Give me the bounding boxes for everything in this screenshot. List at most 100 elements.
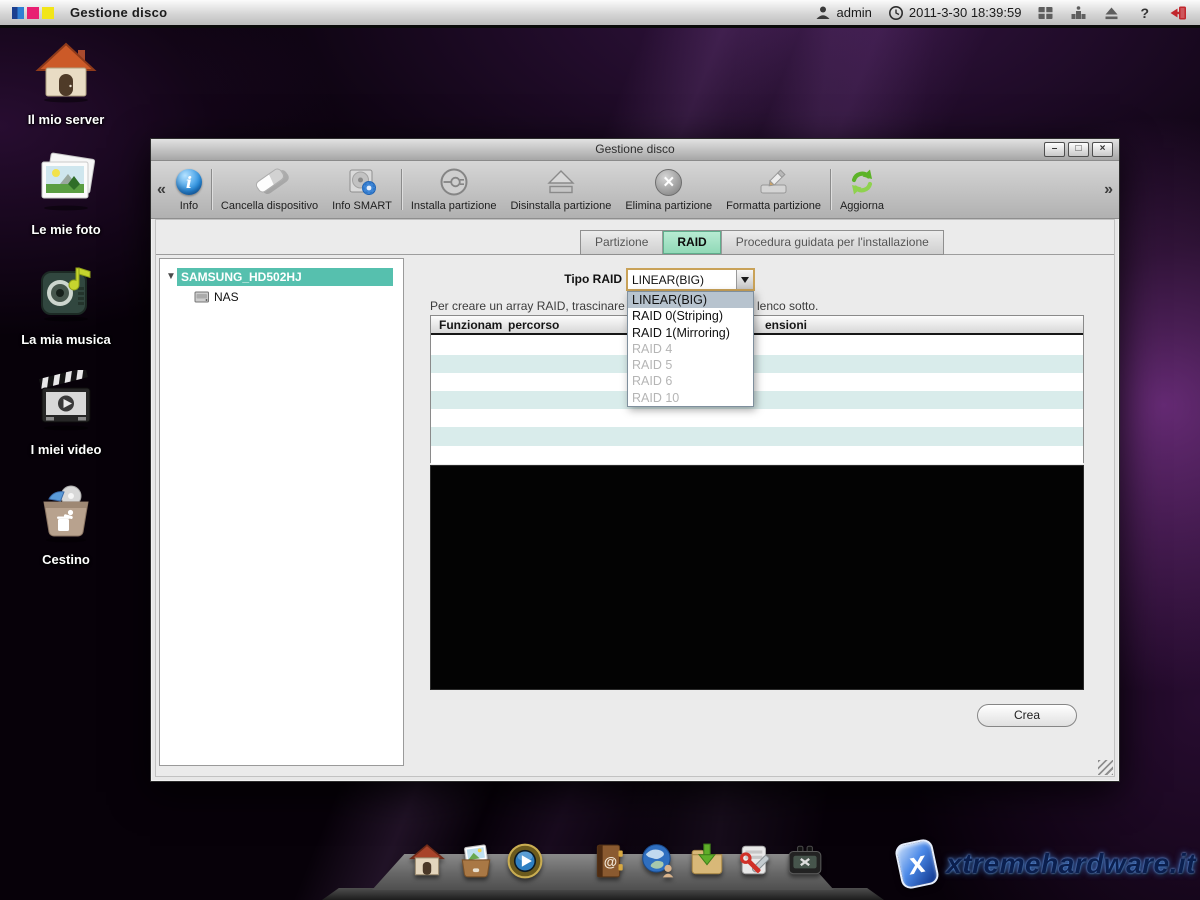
toolbar-separator (211, 169, 212, 210)
tree-volume-label: NAS (214, 290, 239, 304)
toolbar-format-partition-button[interactable]: Formatta partizione (719, 161, 828, 218)
window-title: Gestione disco (151, 142, 1119, 156)
dock-download-folder-icon[interactable] (688, 842, 726, 880)
eraser-icon (254, 166, 286, 194)
help-button[interactable]: ? (1136, 5, 1153, 21)
refresh-icon (847, 167, 877, 197)
tab-installation-wizard[interactable]: Procedura guidata per l'installazione (721, 231, 943, 254)
dropdown-option-disabled: RAID 10 (628, 390, 753, 406)
toolbar-label: Info SMART (332, 200, 392, 212)
tree-item-device[interactable]: SAMSUNG_HD502HJ (177, 268, 393, 286)
window-titlebar[interactable]: Gestione disco – □ × (151, 139, 1119, 161)
videos-icon (34, 370, 98, 434)
desktop-icon-label: Le mie foto (10, 222, 122, 237)
tree-expand-arrow[interactable]: ▼ (166, 271, 176, 282)
toolbar-label: Disinstalla partizione (510, 200, 611, 212)
delete-partition-icon: × (655, 169, 682, 196)
system-logo-icon[interactable] (12, 7, 54, 19)
table-body (431, 337, 1083, 462)
disk-icon (194, 290, 210, 304)
toolbar-label: Elimina partizione (625, 200, 712, 212)
raid-type-label: Tipo RAID (436, 272, 622, 286)
chevron-down-icon (741, 277, 749, 287)
at-glyph: @ (604, 854, 617, 869)
create-button[interactable]: Crea (977, 704, 1077, 727)
dock-web-globe-icon[interactable] (639, 842, 677, 880)
table-row (431, 427, 1083, 445)
window-toolbar: « i Info Cancella dispositivo Info SMART… (151, 161, 1119, 219)
toolbar-label: Installa partizione (411, 200, 497, 212)
window-resize-grip[interactable] (1098, 760, 1113, 775)
dock-disk-utility-icon[interactable] (737, 842, 775, 880)
raid-members-table: Funzionam percorso ensioni (430, 315, 1084, 463)
logout-icon[interactable] (1169, 5, 1188, 21)
toolbar-unmount-partition-button[interactable]: Disinstalla partizione (503, 161, 618, 218)
toolbar-refresh-button[interactable]: Aggiorna (833, 161, 891, 218)
dock-photo-box-icon[interactable] (457, 842, 495, 880)
desktop-icon-trash[interactable]: Cestino (10, 480, 122, 567)
desktop-icon-label: Cestino (10, 552, 122, 567)
toolbar-expand-chevron[interactable]: » (1101, 181, 1116, 199)
toolbar-collapse-chevron[interactable]: « (154, 181, 169, 199)
toolbar-smart-info-button[interactable]: Info SMART (325, 161, 399, 218)
combobox-dropdown-button[interactable] (736, 270, 753, 289)
device-tree-panel: ▼ SAMSUNG_HD502HJ NAS (159, 258, 404, 766)
user-icon (815, 5, 831, 21)
show-windows-icon[interactable] (1037, 5, 1054, 21)
table-header-row: Funzionam percorso ensioni (431, 316, 1083, 335)
widgets-icon[interactable] (1070, 5, 1087, 21)
toolbar-separator (401, 169, 402, 210)
raid-type-dropdown-list: LINEAR(BIG) RAID 0(Striping) RAID 1(Mirr… (627, 291, 754, 407)
toolbar-delete-partition-button[interactable]: × Elimina partizione (618, 161, 719, 218)
home-icon (34, 40, 98, 104)
dock-media-player-icon[interactable] (506, 842, 544, 880)
toolbar-label: Info (180, 200, 198, 212)
raid-type-combobox[interactable]: LINEAR(BIG) (626, 268, 755, 291)
desktop-icon-my-music[interactable]: La mia musica (10, 260, 122, 347)
logo-square-yellow (42, 7, 54, 19)
desktop-icon-label: La mia musica (10, 332, 122, 347)
close-button[interactable]: × (1092, 142, 1113, 157)
username: admin (836, 5, 871, 20)
dropdown-option[interactable]: RAID 0(Striping) (628, 308, 753, 324)
tab-raid[interactable]: RAID (662, 231, 720, 254)
dock-toolbox-icon[interactable] (786, 842, 824, 880)
table-header: percorso (508, 318, 559, 332)
dock: @ (408, 842, 824, 880)
tree-item-volume[interactable]: NAS (194, 290, 239, 304)
eject-device-icon[interactable] (1103, 5, 1120, 21)
table-header: Funzionam (439, 318, 502, 332)
disk-management-window: Gestione disco – □ × « i Info Cancella d… (150, 138, 1120, 782)
toolbar-info-button[interactable]: i Info (169, 161, 209, 218)
tab-partizione[interactable]: Partizione (581, 231, 662, 254)
table-row (431, 446, 1083, 464)
menu-bar: Gestione disco admin 2011-3-30 18:39:59 … (0, 0, 1200, 28)
desktop-icon-my-server[interactable]: Il mio server (10, 40, 122, 127)
toolbar-label: Cancella dispositivo (221, 200, 318, 212)
desktop-icon-my-videos[interactable]: I miei video (10, 370, 122, 457)
raid-type-value: LINEAR(BIG) (628, 270, 736, 289)
dropdown-option-disabled: RAID 5 (628, 357, 753, 373)
toolbar-mount-partition-button[interactable]: Installa partizione (404, 161, 504, 218)
toolbar-label: Formatta partizione (726, 200, 821, 212)
dropdown-option-disabled: RAID 6 (628, 373, 753, 389)
table-row (431, 391, 1083, 409)
desktop-icon-my-photos[interactable]: Le mie foto (10, 150, 122, 237)
dropdown-option[interactable]: RAID 1(Mirroring) (628, 325, 753, 341)
raid-instruction-left: Per creare un array RAID, trascinare (430, 299, 625, 313)
window-content: Partizione RAID Procedura guidata per l'… (155, 219, 1115, 777)
table-row (431, 409, 1083, 427)
toolbar-label: Aggiorna (840, 200, 884, 212)
raid-preview-panel (430, 465, 1084, 690)
maximize-button[interactable]: □ (1068, 142, 1089, 157)
minimize-button[interactable]: – (1044, 142, 1065, 157)
dock-address-book-icon[interactable]: @ (590, 842, 628, 880)
dropdown-option[interactable]: LINEAR(BIG) (628, 292, 753, 308)
toolbar-erase-device-button[interactable]: Cancella dispositivo (214, 161, 325, 218)
dock-home-icon[interactable] (408, 842, 446, 880)
user-menu[interactable]: admin (815, 5, 871, 21)
toolbar-separator (830, 169, 831, 210)
dropdown-option-disabled: RAID 4 (628, 341, 753, 357)
datetime-text: 2011-3-30 18:39:59 (909, 5, 1022, 20)
music-icon (34, 260, 98, 324)
